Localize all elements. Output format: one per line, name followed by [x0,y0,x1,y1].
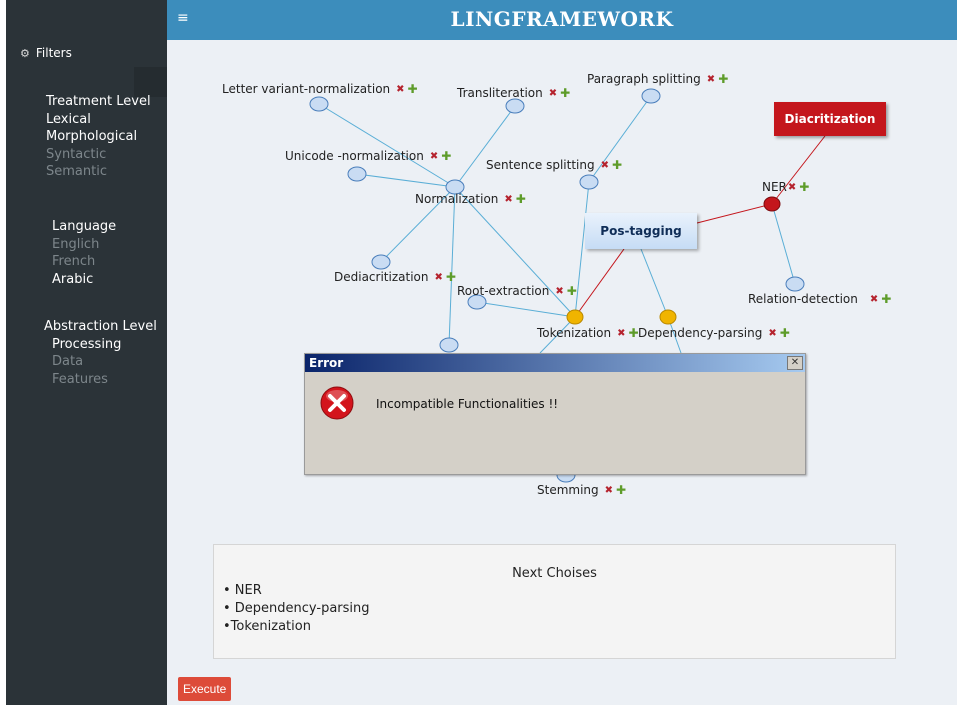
remove-icon[interactable]: ✖ [434,272,442,283]
label-transliteration: Transliteration ✖ ✚ [457,86,570,100]
add-icon[interactable]: ✚ [799,180,809,194]
node-transliteration[interactable] [505,98,525,114]
pos-tagging-box[interactable]: Pos-tagging [585,213,697,249]
node-label: Root-extraction [457,284,550,298]
label-relation-detection: Relation-detection ✖ ✚ [748,292,891,306]
node-unicode-normalization[interactable] [347,166,367,182]
remove-icon[interactable]: ✖ [617,328,625,339]
remove-icon[interactable]: ✖ [601,160,609,171]
node-label: Sentence splitting [486,158,595,172]
dialog-title: Error [309,356,344,370]
diacritization-box[interactable]: Diacritization [774,102,886,136]
node-label: Tokenization [537,326,612,340]
label-letter-variant-normalization: Letter variant-normalization ✖ ✚ [222,82,418,96]
label-ner: NER ✖ ✚ [762,180,809,194]
node-sentence-splitting[interactable] [579,174,599,190]
add-icon[interactable]: ✚ [408,82,418,96]
node-letter-variant-normalization[interactable] [309,96,329,112]
label-tokenization: Tokenization ✖ ✚ [537,326,639,340]
add-icon[interactable]: ✚ [516,192,526,206]
remove-icon[interactable]: ✖ [504,194,512,205]
close-icon[interactable]: ✕ [787,356,803,370]
remove-icon[interactable]: ✖ [396,84,404,95]
add-icon[interactable]: ✚ [616,483,626,497]
node-relation-detection[interactable] [785,276,805,292]
add-icon[interactable]: ✚ [780,326,790,340]
node-label: Paragraph splitting [587,72,701,86]
graph-edges [318,95,796,354]
remove-icon[interactable]: ✖ [605,485,613,496]
node-label: Relation-detection [748,292,858,306]
node-label: Stemming [537,483,599,497]
list-item[interactable]: • Dependency-parsing [223,601,370,616]
list-item[interactable]: • NER [223,583,262,598]
add-icon[interactable]: ✚ [560,86,570,100]
add-icon[interactable]: ✚ [446,270,456,284]
node-label: Dependency-parsing [638,326,763,340]
node-label: NER [762,180,787,194]
remove-icon[interactable]: ✖ [788,182,796,193]
label-unicode-normalization: Unicode -normalization ✖ ✚ [285,149,451,163]
list-item[interactable]: •Tokenization [223,619,311,634]
error-dialog: Error ✕ Incompatible Functionalities !! [304,353,806,475]
remove-icon[interactable]: ✖ [555,286,563,297]
execute-button[interactable]: Execute [178,677,232,701]
add-icon[interactable]: ✚ [718,72,728,86]
label-root-extraction: Root-extraction ✖ ✚ [457,284,577,298]
node-ner[interactable] [763,196,781,212]
remove-icon[interactable]: ✖ [707,74,715,85]
label-stemming: Stemming ✖ ✚ [537,483,626,497]
label-paragraph-splitting: Paragraph splitting ✖ ✚ [587,72,728,86]
node-label: Unicode -normalization [285,149,424,163]
node-dependency-parsing[interactable] [659,309,677,325]
node-label: Letter variant-normalization [222,82,391,96]
remove-icon[interactable]: ✖ [768,328,776,339]
node-tokenization[interactable] [566,309,584,325]
remove-icon[interactable]: ✖ [549,88,557,99]
add-icon[interactable]: ✚ [567,284,577,298]
remove-icon[interactable]: ✖ [870,294,878,305]
node-hidden[interactable] [439,337,459,353]
error-icon [320,386,354,420]
label-normalization: Normalization ✖ ✚ [415,192,526,206]
node-label: Dediacritization [334,270,429,284]
error-message: Incompatible Functionalities !! [376,397,559,411]
add-icon[interactable]: ✚ [612,158,622,172]
label-sentence-splitting: Sentence splitting ✖ ✚ [486,158,622,172]
next-choices-panel: Next Choises • NER • Dependency-parsing … [213,544,896,659]
label-dependency-parsing: Dependency-parsing ✖ ✚ [638,326,790,340]
node-paragraph-splitting[interactable] [641,88,661,104]
label-dediacritization: Dediacritization ✖ ✚ [334,270,456,284]
add-icon[interactable]: ✚ [441,149,451,163]
next-choices-title: Next Choises [512,566,597,581]
add-icon[interactable]: ✚ [881,292,891,306]
dialog-titlebar: Error ✕ [305,354,805,372]
node-label: Normalization [415,192,499,206]
node-label: Transliteration [457,86,543,100]
remove-icon[interactable]: ✖ [430,151,438,162]
node-dediacritization[interactable] [371,254,391,270]
